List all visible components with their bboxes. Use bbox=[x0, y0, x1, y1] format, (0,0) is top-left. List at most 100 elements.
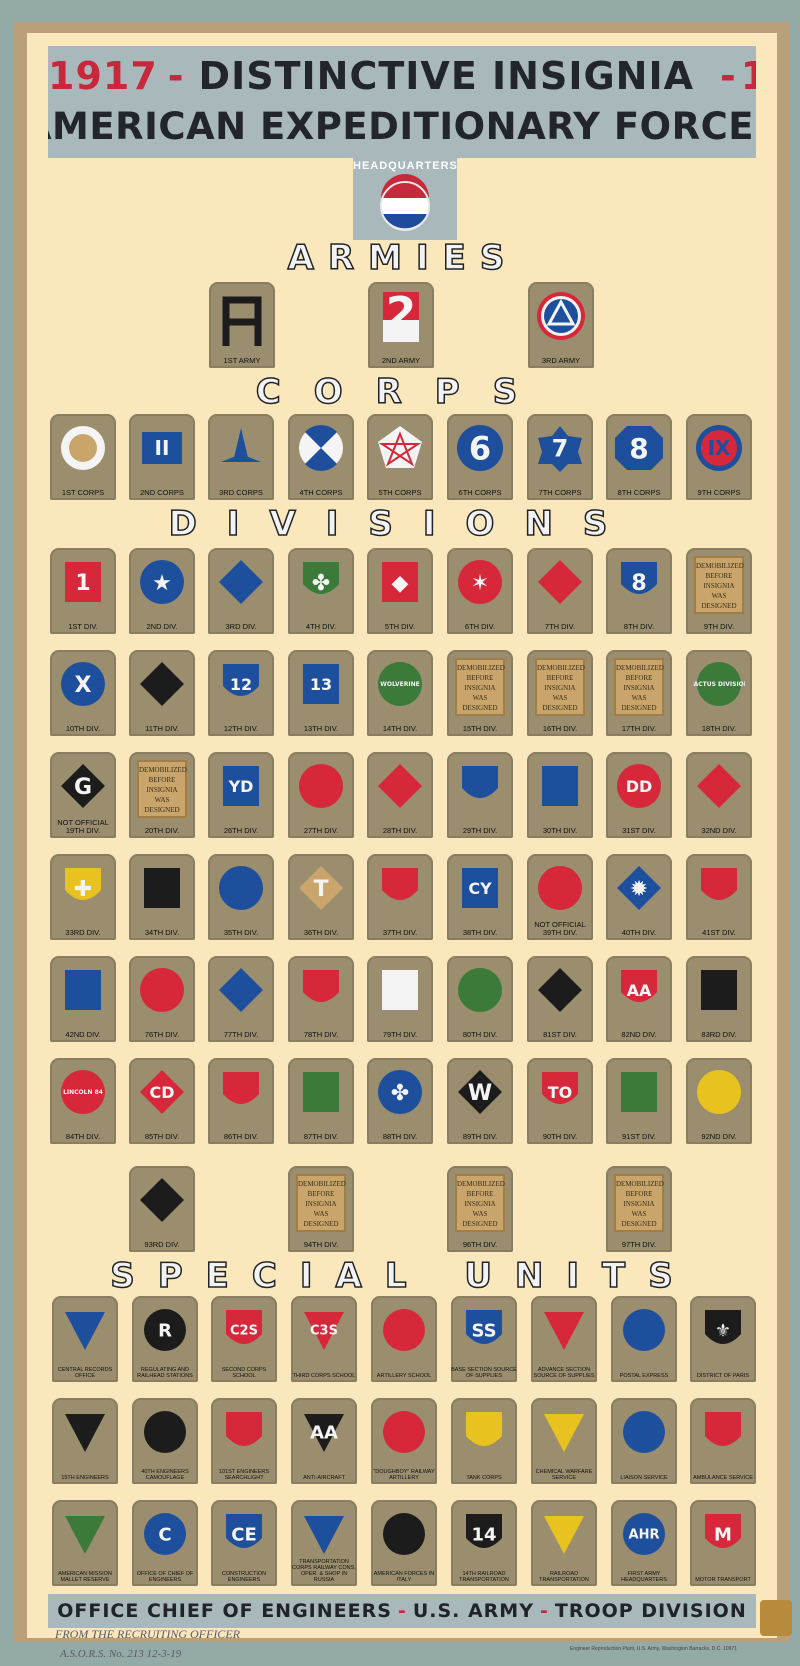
insignia-label: SECOND CORPS SCHOOL bbox=[221, 1367, 267, 1379]
insignia-label: 40TH ENGINEERS CAMOUFLAGE bbox=[141, 1469, 189, 1481]
insignia-label: 1ST CORPS bbox=[61, 488, 105, 497]
insignia-icon: 13 bbox=[295, 658, 347, 710]
demobilized-notice: DEMOBILIZED BEFORE INSIGNIA WAS DESIGNED bbox=[296, 1174, 346, 1232]
insignia-label: 77TH DIV. bbox=[223, 1030, 259, 1039]
demobilized-notice: DEMOBILIZED BEFORE INSIGNIA WAS DESIGNED bbox=[614, 658, 664, 716]
insignia-icon bbox=[216, 290, 268, 346]
division-insignia-tile: ✝ 79TH DIV. bbox=[367, 956, 433, 1042]
insignia-icon: C2S bbox=[218, 1304, 270, 1356]
division-insignia-tile: DEMOBILIZED BEFORE INSIGNIA WAS DESIGNED… bbox=[129, 752, 195, 838]
insignia-icon bbox=[136, 964, 188, 1016]
division-insignia-tile: DEMOBILIZED BEFORE INSIGNIA WAS DESIGNED… bbox=[527, 650, 593, 736]
insignia-label: 90TH DIV. bbox=[542, 1132, 578, 1141]
insignia-label: 79TH DIV. bbox=[382, 1030, 418, 1039]
insignia-icon: ✤ bbox=[295, 556, 347, 608]
footer-troop-division: TROOP DIVISION bbox=[554, 1600, 747, 1622]
special-unit-insignia-tile: SS BASE SECTION SOURCE OF SUPPLIES bbox=[451, 1296, 517, 1382]
insignia-icon: ✹ bbox=[613, 862, 665, 914]
insignia-icon bbox=[139, 1406, 191, 1458]
insignia-icon bbox=[693, 1066, 745, 1118]
insignia-icon bbox=[534, 862, 586, 914]
footer-banner: OFFICE CHIEF OF ENGINEERS - U.S. ARMY - … bbox=[48, 1594, 756, 1628]
division-insignia-tile: ✤ 4TH DIV. bbox=[288, 548, 354, 634]
svg-text:2: 2 bbox=[386, 288, 417, 339]
svg-text:C3S: C3S bbox=[310, 1324, 338, 1339]
insignia-icon bbox=[693, 760, 745, 812]
footer-army: U.S. ARMY bbox=[412, 1600, 534, 1622]
division-insignia-tile: DEMOBILIZED BEFORE INSIGNIA WAS DESIGNED… bbox=[606, 650, 672, 736]
insignia-icon bbox=[295, 964, 347, 1016]
insignia-label: 2ND CORPS bbox=[140, 488, 184, 497]
insignia-icon: ◆ bbox=[374, 556, 426, 608]
insignia-label: 14TH RAILROAD TRANSPORTATION bbox=[459, 1571, 509, 1583]
special-unit-insignia-tile: R REGULATING AND RAILHEAD STATIONS bbox=[132, 1296, 198, 1382]
corp-insignia-tile: 5TH CORPS bbox=[367, 414, 433, 500]
footer-dash: - bbox=[539, 1600, 549, 1622]
svg-text:◆: ◆ bbox=[392, 571, 409, 596]
svg-text:✝: ✝ bbox=[391, 979, 409, 1004]
insignia-label: FIRST ARMY HEADQUARTERS bbox=[621, 1571, 667, 1583]
division-insignia-tile: 32ND DIV. bbox=[686, 752, 752, 838]
special-unit-insignia-tile: CENTRAL RECORDS OFFICE bbox=[52, 1296, 118, 1382]
special-unit-insignia-tile: 40TH ENGINEERS CAMOUFLAGE bbox=[132, 1398, 198, 1484]
insignia-icon bbox=[295, 1066, 347, 1118]
insignia-label: 27TH DIV. bbox=[303, 826, 339, 835]
insignia-label: 13TH DIV. bbox=[303, 724, 339, 733]
insignia-label: TANK CORPS bbox=[466, 1475, 502, 1481]
handwritten-note: FROM THE RECRUITING OFFICER bbox=[55, 1627, 240, 1641]
division-insignia-tile: 37TH DIV. bbox=[367, 854, 433, 940]
division-insignia-tile: LINCOLN 84 84TH DIV. bbox=[50, 1058, 116, 1144]
insignia-label: THIRD CORPS SCHOOL bbox=[292, 1373, 356, 1379]
insignia-label: DISTRICT OF PARIS bbox=[696, 1373, 750, 1379]
insignia-label: 12TH DIV. bbox=[223, 724, 259, 733]
division-insignia-tile: 81ST DIV. bbox=[527, 956, 593, 1042]
insignia-label: 2ND DIV. bbox=[146, 622, 178, 631]
division-insignia-tile: DEMOBILIZED BEFORE INSIGNIA WAS DESIGNED… bbox=[447, 1166, 513, 1252]
division-insignia-tile: 28TH DIV. bbox=[367, 752, 433, 838]
insignia-icon bbox=[374, 422, 426, 474]
title-line-1: 1917 - DISTINCTIVE INSIGNIA - 1919 bbox=[48, 50, 756, 102]
insignia-label: ANTI-AIRCRAFT bbox=[303, 1475, 345, 1481]
division-insignia-tile: 87TH DIV. bbox=[288, 1058, 354, 1144]
insignia-label: 84TH DIV. bbox=[65, 1132, 101, 1141]
insignia-icon: II bbox=[136, 422, 188, 474]
insignia-icon: TO bbox=[534, 1066, 586, 1118]
division-insignia-tile: G NOT OFFICIAL 19TH DIV. bbox=[50, 752, 116, 838]
insignia-label: 6TH DIV. bbox=[464, 622, 496, 631]
corp-insignia-tile: 8 8TH CORPS bbox=[606, 414, 672, 500]
insignia-icon bbox=[693, 964, 745, 1016]
insignia-label: 85TH DIV. bbox=[144, 1132, 180, 1141]
special-unit-insignia-tile: LIAISON SERVICE bbox=[611, 1398, 677, 1484]
insignia-label: 38TH DIV. bbox=[462, 928, 498, 937]
insignia-label: 42ND DIV. bbox=[65, 1030, 101, 1039]
insignia-icon bbox=[215, 964, 267, 1016]
insignia-label: 3RD CORPS bbox=[219, 488, 263, 497]
division-insignia-tile: WOLVERINE 14TH DIV. bbox=[367, 650, 433, 736]
special-unit-insignia-tile: 15TH ENGINEERS bbox=[52, 1398, 118, 1484]
insignia-label: 91ST DIV. bbox=[622, 1132, 656, 1141]
special-unit-insignia-tile: TANK CORPS bbox=[451, 1398, 517, 1484]
insignia-label: 96TH DIV. bbox=[462, 1240, 498, 1249]
armie-insignia-tile: 1ST ARMY bbox=[209, 282, 275, 368]
special-unit-insignia-tile: CHEMICAL WARFARE SERVICE bbox=[531, 1398, 597, 1484]
special-unit-insignia-tile: M MOTOR TRANSPORT bbox=[690, 1500, 756, 1586]
svg-text:WOLVERINE: WOLVERINE bbox=[380, 681, 419, 688]
demobilized-notice: DEMOBILIZED BEFORE INSIGNIA WAS DESIGNED bbox=[455, 1174, 505, 1232]
headquarters-badge: HEADQUARTERS bbox=[353, 158, 457, 240]
insignia-icon: X bbox=[57, 658, 109, 710]
insignia-icon: R bbox=[139, 1304, 191, 1356]
insignia-label: 7TH DIV. bbox=[544, 622, 576, 631]
svg-text:13: 13 bbox=[310, 675, 332, 694]
division-insignia-tile: CACTUS DIVISION 18TH DIV. bbox=[686, 650, 752, 736]
special-unit-insignia-tile: AMBULANCE SERVICE bbox=[690, 1398, 756, 1484]
corp-insignia-tile: 6 6TH CORPS bbox=[447, 414, 513, 500]
svg-text:✶: ✶ bbox=[471, 571, 489, 596]
insignia-icon: 14 bbox=[458, 1508, 510, 1560]
insignia-label: 18TH DIV. bbox=[701, 724, 737, 733]
footer-office: OFFICE CHIEF OF ENGINEERS bbox=[57, 1600, 392, 1622]
insignia-icon bbox=[57, 964, 109, 1016]
special-unit-insignia-tile: TRANSPORTATION CORPS RAILWAY CONS. OPER.… bbox=[291, 1500, 357, 1586]
insignia-icon bbox=[534, 760, 586, 812]
insignia-icon bbox=[378, 1406, 430, 1458]
svg-text:R: R bbox=[158, 1320, 172, 1341]
